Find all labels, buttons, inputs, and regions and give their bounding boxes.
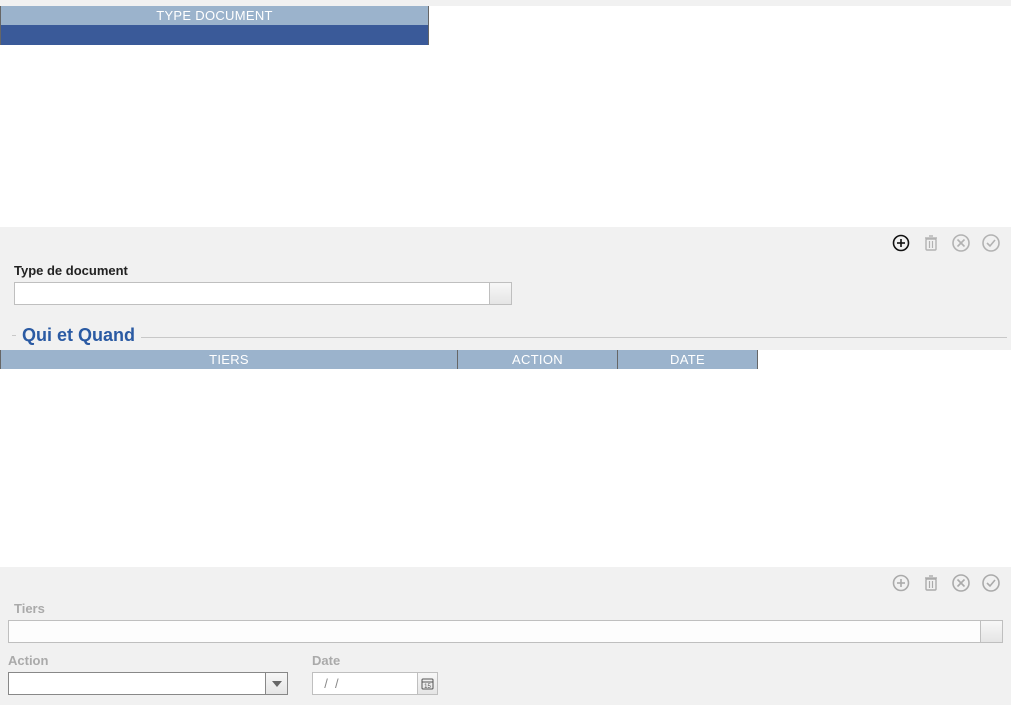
tiers-picker-button[interactable] [981, 620, 1003, 643]
date-calendar-button[interactable]: 15 [418, 672, 438, 695]
tiers-field-wrapper [8, 620, 1003, 643]
add-icon [892, 234, 910, 252]
trash-icon [923, 574, 939, 592]
cancel-button-2[interactable] [951, 573, 971, 593]
section-title-text: Qui et Quand [22, 325, 135, 346]
type-document-input[interactable] [14, 282, 490, 305]
grid2-header-row: TIERS ACTION DATE [0, 350, 1011, 369]
section-qui-et-quand-header: Qui et Quand [0, 319, 1011, 350]
action-select-wrapper [8, 672, 288, 695]
form2-section: Tiers Action Date [0, 567, 1011, 705]
add-button-2[interactable] [891, 573, 911, 593]
type-document-picker-button[interactable] [490, 282, 512, 305]
type-document-field-wrapper [14, 282, 1003, 305]
form2-row: Action Date 15 [8, 653, 1003, 695]
form1-section: Type de document [0, 227, 1011, 319]
cancel-circle-icon [951, 573, 971, 593]
grid1-header-row: TYPE DOCUMENT [0, 6, 1011, 25]
date-input-wrapper: 15 [312, 672, 438, 695]
add-button[interactable] [891, 233, 911, 253]
cancel-circle-icon [951, 233, 971, 253]
add-icon [892, 574, 910, 592]
grid2-column-date[interactable]: DATE [618, 350, 758, 369]
date-field-group: Date 15 [312, 653, 438, 695]
form1-toolbar [8, 233, 1003, 253]
grid1-selected-row[interactable] [0, 25, 1011, 45]
action-label: Action [8, 653, 288, 668]
tiers-label: Tiers [14, 601, 1003, 616]
check-circle-icon [981, 573, 1001, 593]
delete-button-2[interactable] [921, 573, 941, 593]
tiers-input[interactable] [8, 620, 981, 643]
check-circle-icon [981, 233, 1001, 253]
delete-button[interactable] [921, 233, 941, 253]
action-field-group: Action [8, 653, 288, 695]
confirm-button-2[interactable] [981, 573, 1001, 593]
trash-icon [923, 234, 939, 252]
svg-text:15: 15 [424, 684, 431, 690]
action-dropdown-button[interactable] [266, 672, 288, 695]
grid2-body[interactable] [0, 369, 1011, 567]
calendar-icon: 15 [421, 677, 434, 690]
form2-toolbar [8, 573, 1003, 593]
grid1-body[interactable] [0, 45, 1011, 227]
grid2-column-action[interactable]: ACTION [458, 350, 618, 369]
date-input[interactable] [312, 672, 418, 695]
grid2-column-tiers[interactable]: TIERS [1, 350, 458, 369]
grid1-column-typedocument[interactable]: TYPE DOCUMENT [1, 6, 429, 25]
confirm-button[interactable] [981, 233, 1001, 253]
chevron-down-icon [272, 681, 282, 687]
action-input[interactable] [8, 672, 266, 695]
cancel-button[interactable] [951, 233, 971, 253]
date-label: Date [312, 653, 438, 668]
type-document-label: Type de document [14, 263, 1003, 278]
grid1-cell-typedocument[interactable] [1, 25, 429, 45]
